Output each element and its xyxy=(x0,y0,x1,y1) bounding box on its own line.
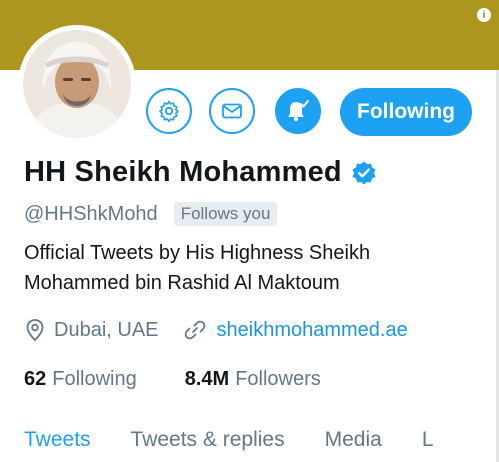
notifications-button[interactable] xyxy=(275,88,321,134)
name-row: HH Sheikh Mohammed xyxy=(24,156,377,189)
followers-label: Followers xyxy=(235,368,321,390)
following-stat[interactable]: 62 Following xyxy=(24,368,137,391)
website-item[interactable]: sheikhmohammed.ae xyxy=(183,318,408,342)
info-icon[interactable]: i xyxy=(477,8,491,22)
settings-button[interactable] xyxy=(146,88,192,134)
display-name: HH Sheikh Mohammed xyxy=(24,156,342,188)
tab-media[interactable]: Media xyxy=(325,428,382,452)
avatar[interactable] xyxy=(18,25,136,143)
location-item: Dubai, UAE xyxy=(24,318,159,342)
gear-icon xyxy=(159,100,179,123)
bell-check-icon xyxy=(288,100,309,122)
link-icon xyxy=(184,320,205,340)
tab-likes[interactable]: L xyxy=(422,428,434,452)
following-label: Following xyxy=(52,368,137,390)
verified-badge-icon xyxy=(352,161,376,184)
tab-tweets-replies[interactable]: Tweets & replies xyxy=(131,428,285,452)
handle: @HHShkMohd xyxy=(24,202,158,225)
stats-row: 62 Following 8.4M Followers xyxy=(24,368,321,391)
following-count: 62 xyxy=(24,368,47,390)
tab-tweets[interactable]: Tweets xyxy=(24,428,91,452)
bio: Official Tweets by His Highness Sheikh M… xyxy=(24,242,371,294)
envelope-icon xyxy=(222,103,242,119)
following-button[interactable]: Following xyxy=(340,88,472,136)
website-link[interactable]: sheikhmohammed.ae xyxy=(217,319,408,342)
handle-row: @HHShkMohd Follows you xyxy=(24,202,278,226)
profile-tabs: Tweets Tweets & replies Media L xyxy=(24,428,474,452)
followers-stat[interactable]: 8.4M Followers xyxy=(185,368,321,391)
profile-meta: Dubai, UAE sheikhmohammed.ae xyxy=(24,318,408,342)
followers-count: 8.4M xyxy=(184,368,230,390)
location-text: Dubai, UAE xyxy=(54,318,159,341)
follows-you-badge: Follows you xyxy=(173,202,278,226)
location-pin-icon xyxy=(26,319,44,342)
message-button[interactable] xyxy=(209,88,255,134)
